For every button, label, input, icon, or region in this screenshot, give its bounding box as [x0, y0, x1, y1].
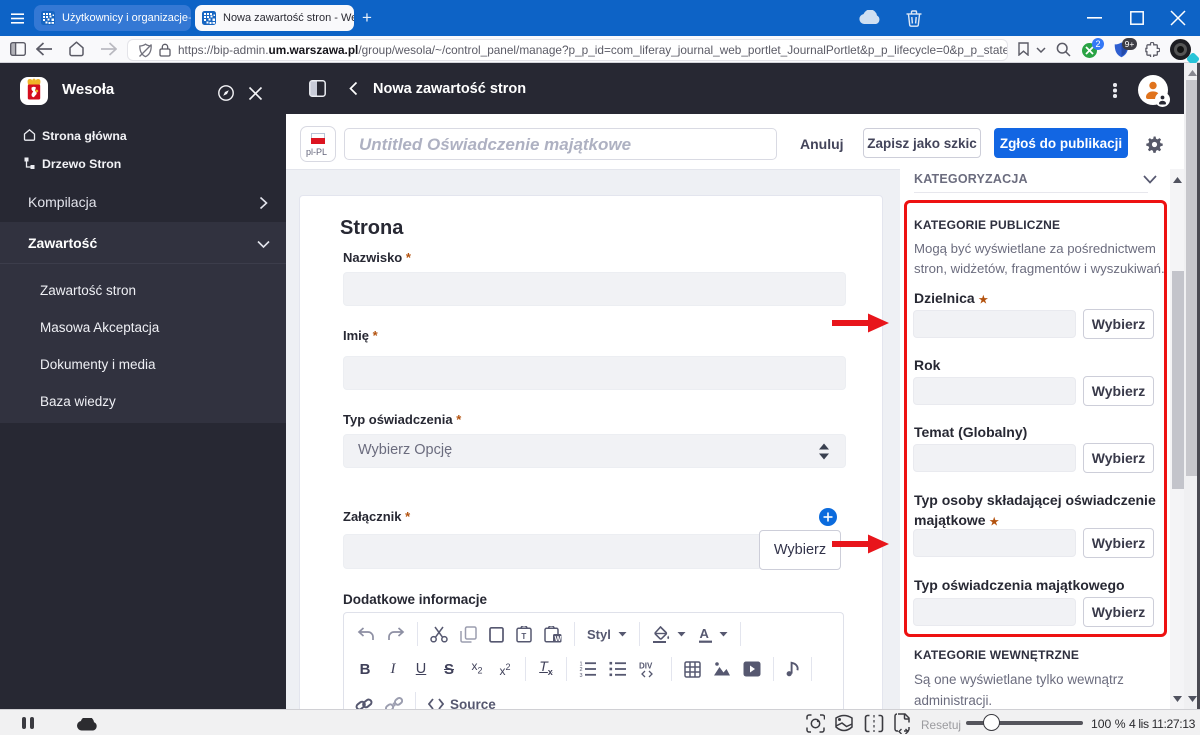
svg-text:T: T — [521, 632, 526, 641]
svg-text:3: 3 — [580, 673, 583, 677]
svg-text:DIV: DIV — [639, 661, 653, 670]
svg-text:W: W — [555, 636, 562, 643]
svg-text:A: A — [699, 626, 709, 641]
